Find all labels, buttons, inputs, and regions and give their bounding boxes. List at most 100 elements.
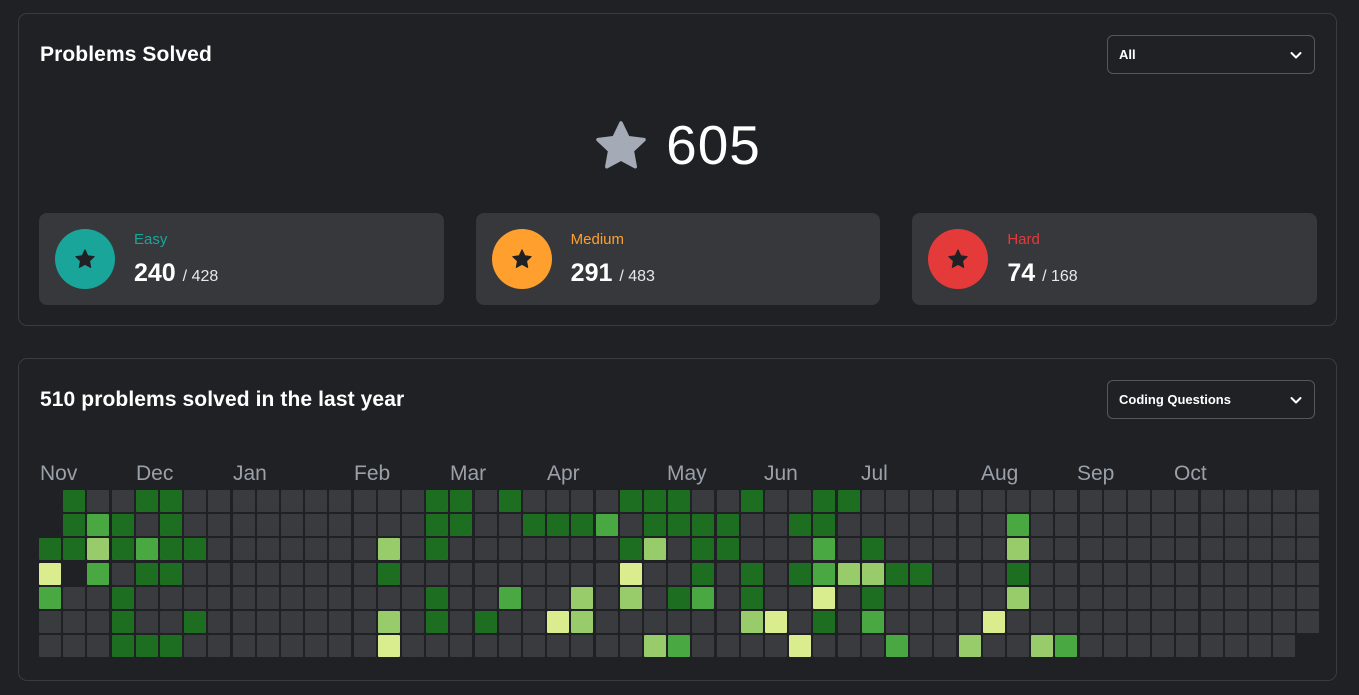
heatmap-cell[interactable]	[692, 538, 714, 560]
heatmap-cell[interactable]	[523, 563, 545, 585]
heatmap-cell[interactable]	[426, 587, 448, 609]
heatmap-cell[interactable]	[1007, 514, 1029, 536]
heatmap-cell[interactable]	[523, 635, 545, 657]
heatmap-cell[interactable]	[910, 635, 932, 657]
heatmap-cell[interactable]	[523, 538, 545, 560]
heatmap-cell[interactable]	[934, 514, 956, 536]
heatmap-cell[interactable]	[499, 587, 521, 609]
heatmap-cell[interactable]	[160, 611, 182, 633]
heatmap-cell[interactable]	[1249, 635, 1271, 657]
heatmap-cell[interactable]	[547, 587, 569, 609]
heatmap-cell[interactable]	[1273, 490, 1295, 512]
heatmap-cell[interactable]	[87, 587, 109, 609]
heatmap-cell[interactable]	[620, 538, 642, 560]
heatmap-cell[interactable]	[886, 587, 908, 609]
heatmap-cell[interactable]	[741, 514, 763, 536]
heatmap-cell[interactable]	[305, 611, 327, 633]
heatmap-cell[interactable]	[983, 587, 1005, 609]
heatmap-cell[interactable]	[184, 587, 206, 609]
heatmap-cell[interactable]	[475, 587, 497, 609]
heatmap-cell[interactable]	[63, 635, 85, 657]
heatmap-cell[interactable]	[184, 514, 206, 536]
heatmap-cell[interactable]	[1249, 514, 1271, 536]
heatmap-cell[interactable]	[426, 514, 448, 536]
heatmap-cell[interactable]	[1055, 587, 1077, 609]
heatmap-cell[interactable]	[208, 538, 230, 560]
heatmap-cell[interactable]	[789, 611, 811, 633]
heatmap-cell[interactable]	[1104, 490, 1126, 512]
heatmap-cell[interactable]	[426, 563, 448, 585]
heatmap-cell[interactable]	[692, 563, 714, 585]
heatmap-cell[interactable]	[1201, 538, 1223, 560]
heatmap-cell[interactable]	[1176, 587, 1198, 609]
heatmap-cell[interactable]	[959, 514, 981, 536]
heatmap-cell[interactable]	[136, 587, 158, 609]
heatmap-cell[interactable]	[378, 635, 400, 657]
heatmap-cell[interactable]	[668, 635, 690, 657]
heatmap-cell[interactable]	[1055, 563, 1077, 585]
heatmap-cell[interactable]	[717, 514, 739, 536]
heatmap-cell[interactable]	[281, 538, 303, 560]
heatmap-cell[interactable]	[1225, 490, 1247, 512]
heatmap-cell[interactable]	[717, 635, 739, 657]
heatmap-cell[interactable]	[934, 563, 956, 585]
heatmap-cell[interactable]	[523, 587, 545, 609]
heatmap-cell[interactable]	[838, 563, 860, 585]
heatmap-cell[interactable]	[378, 611, 400, 633]
heatmap-cell[interactable]	[959, 635, 981, 657]
heatmap-cell[interactable]	[233, 538, 255, 560]
heatmap-cell[interactable]	[644, 587, 666, 609]
heatmap-cell[interactable]	[1104, 611, 1126, 633]
heatmap-cell[interactable]	[450, 490, 472, 512]
heatmap-cell[interactable]	[233, 514, 255, 536]
heatmap-cell[interactable]	[450, 563, 472, 585]
heatmap-cell[interactable]	[136, 514, 158, 536]
heatmap-cell[interactable]	[257, 635, 279, 657]
heatmap-cell[interactable]	[1152, 563, 1174, 585]
heatmap-cell[interactable]	[450, 587, 472, 609]
heatmap-cell[interactable]	[983, 490, 1005, 512]
heatmap-cell[interactable]	[63, 490, 85, 512]
heatmap-cell[interactable]	[450, 514, 472, 536]
heatmap-cell[interactable]	[1273, 538, 1295, 560]
heatmap-cell[interactable]	[1055, 514, 1077, 536]
heatmap-cell[interactable]	[1201, 635, 1223, 657]
heatmap-cell[interactable]	[717, 538, 739, 560]
heatmap-cell[interactable]	[1225, 635, 1247, 657]
heatmap-cell[interactable]	[741, 538, 763, 560]
heatmap-cell[interactable]	[281, 490, 303, 512]
heatmap-cell[interactable]	[329, 635, 351, 657]
heatmap-cell[interactable]	[910, 587, 932, 609]
heatmap-cell[interactable]	[281, 635, 303, 657]
heatmap-cell[interactable]	[329, 514, 351, 536]
heatmap-cell[interactable]	[184, 611, 206, 633]
heatmap-cell[interactable]	[329, 538, 351, 560]
heatmap-cell[interactable]	[1273, 611, 1295, 633]
heatmap-cell[interactable]	[426, 538, 448, 560]
heatmap-cell[interactable]	[475, 490, 497, 512]
heatmap-cell[interactable]	[160, 538, 182, 560]
heatmap-cell[interactable]	[1152, 611, 1174, 633]
heatmap-cell[interactable]	[1128, 611, 1150, 633]
heatmap-cell[interactable]	[959, 587, 981, 609]
question-type-select[interactable]: Coding Questions	[1107, 380, 1315, 419]
heatmap-cell[interactable]	[1225, 514, 1247, 536]
heatmap-cell[interactable]	[1152, 538, 1174, 560]
heatmap-cell[interactable]	[378, 587, 400, 609]
heatmap-cell[interactable]	[87, 514, 109, 536]
heatmap-cell[interactable]	[886, 611, 908, 633]
heatmap-cell[interactable]	[1080, 490, 1102, 512]
heatmap-cell[interactable]	[668, 587, 690, 609]
heatmap-cell[interactable]	[644, 514, 666, 536]
heatmap-cell[interactable]	[741, 587, 763, 609]
heatmap-cell[interactable]	[1104, 635, 1126, 657]
heatmap-cell[interactable]	[838, 538, 860, 560]
heatmap-cell[interactable]	[257, 611, 279, 633]
heatmap-cell[interactable]	[208, 587, 230, 609]
heatmap-cell[interactable]	[475, 563, 497, 585]
heatmap-cell[interactable]	[813, 514, 835, 536]
heatmap-cell[interactable]	[112, 538, 134, 560]
heatmap-cell[interactable]	[1007, 563, 1029, 585]
heatmap-cell[interactable]	[1080, 587, 1102, 609]
heatmap-cell[interactable]	[160, 563, 182, 585]
